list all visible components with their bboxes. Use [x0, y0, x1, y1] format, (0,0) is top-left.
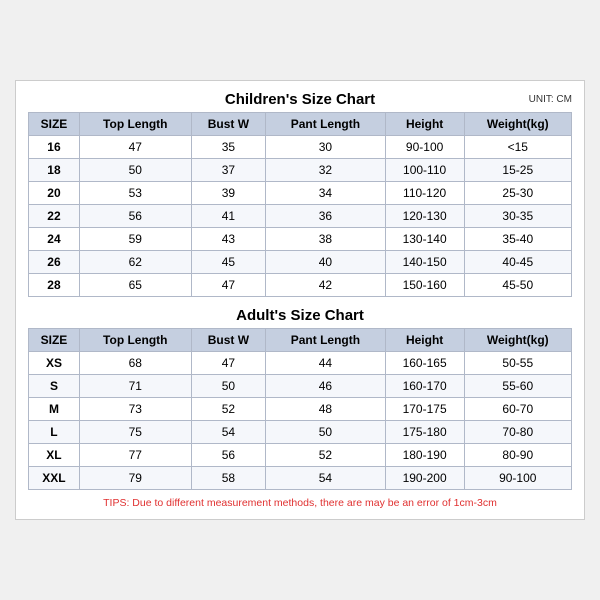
table-row: 22564136120-13030-35: [29, 205, 572, 228]
table-row: XXL795854190-20090-100: [29, 467, 572, 490]
table-row: 28654742150-16045-50: [29, 274, 572, 297]
table-row: 1647353090-100<15: [29, 136, 572, 159]
children-header-row: SIZE Top Length Bust W Pant Length Heigh…: [29, 113, 572, 136]
adults-col-bustw: Bust W: [191, 329, 266, 352]
table-row: 18503732100-11015-25: [29, 159, 572, 182]
adults-table: SIZE Top Length Bust W Pant Length Heigh…: [28, 328, 572, 490]
chart-container: Children's Size Chart UNIT: CM SIZE Top …: [15, 80, 585, 520]
children-col-size: SIZE: [29, 113, 80, 136]
table-row: S715046160-17055-60: [29, 375, 572, 398]
table-row: XS684744160-16550-55: [29, 352, 572, 375]
children-title-row: Children's Size Chart UNIT: CM: [28, 91, 572, 108]
adults-col-toplength: Top Length: [79, 329, 191, 352]
adults-title-row: Adult's Size Chart: [28, 307, 572, 324]
table-row: 26624540140-15040-45: [29, 251, 572, 274]
adults-title: Adult's Size Chart: [236, 307, 364, 324]
children-table: SIZE Top Length Bust W Pant Length Heigh…: [28, 112, 572, 297]
children-col-height: Height: [385, 113, 464, 136]
children-col-bustw: Bust W: [191, 113, 266, 136]
table-row: M735248170-17560-70: [29, 398, 572, 421]
unit-label: UNIT: CM: [529, 94, 572, 105]
adults-header-row: SIZE Top Length Bust W Pant Length Heigh…: [29, 329, 572, 352]
children-col-weight: Weight(kg): [464, 113, 571, 136]
children-col-toplength: Top Length: [79, 113, 191, 136]
table-row: L755450175-18070-80: [29, 421, 572, 444]
table-row: XL775652180-19080-90: [29, 444, 572, 467]
adults-col-height: Height: [385, 329, 464, 352]
children-col-pantlength: Pant Length: [266, 113, 386, 136]
table-row: 24594338130-14035-40: [29, 228, 572, 251]
adults-col-weight: Weight(kg): [464, 329, 571, 352]
children-title: Children's Size Chart: [225, 91, 375, 108]
tips-text: TIPS: Due to different measurement metho…: [28, 497, 572, 509]
adults-col-pantlength: Pant Length: [266, 329, 386, 352]
adults-col-size: SIZE: [29, 329, 80, 352]
table-row: 20533934110-12025-30: [29, 182, 572, 205]
